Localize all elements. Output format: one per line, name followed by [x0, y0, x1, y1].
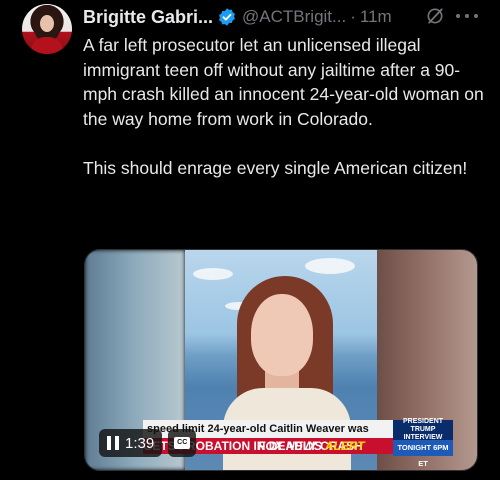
verified-badge-icon[interactable] [217, 7, 237, 27]
separator-dot: · [350, 7, 356, 26]
more-icon[interactable] [456, 6, 478, 26]
tweet-header: Brigitte Gabri... @ACTBrigit... · 11m [83, 6, 392, 28]
grok-icon[interactable] [425, 5, 445, 27]
tweet[interactable]: Brigitte Gabri... @ACTBrigit... · 11m A … [0, 0, 500, 480]
video-time: 1:39 [125, 434, 155, 452]
avatar-body [31, 37, 63, 54]
avatar[interactable] [22, 4, 72, 54]
video-controls: 1:39 CC [99, 428, 197, 458]
tweet-text: A far left prosecutor let an unlicensed … [83, 33, 488, 180]
captions-icon: CC [174, 437, 191, 449]
video-player[interactable]: speed limit 24-year-old Caitlin Weaver w… [84, 249, 478, 471]
tweet-paragraph: A far left prosecutor let an unlicensed … [83, 35, 484, 129]
network-alert: ALERT [324, 439, 365, 453]
author-name[interactable]: Brigitte Gabri... [83, 7, 213, 28]
woman-face [251, 294, 313, 376]
author-handle[interactable]: @ACTBrigit... [242, 7, 346, 27]
more-dot [474, 14, 478, 18]
more-dot [456, 14, 460, 18]
play-pause-time[interactable]: 1:39 [99, 429, 163, 457]
captions-button[interactable]: CC [168, 429, 197, 457]
more-dot [465, 14, 469, 18]
pause-icon[interactable] [107, 436, 119, 450]
tweet-timestamp[interactable]: 11m [360, 7, 392, 27]
avatar-face [40, 15, 54, 32]
tweet-paragraph: This should enrage every single American… [83, 157, 468, 178]
promo-top: PRESIDENT TRUMP INTERVIEW [402, 418, 444, 441]
network-name: FOX NEWS [258, 439, 323, 453]
